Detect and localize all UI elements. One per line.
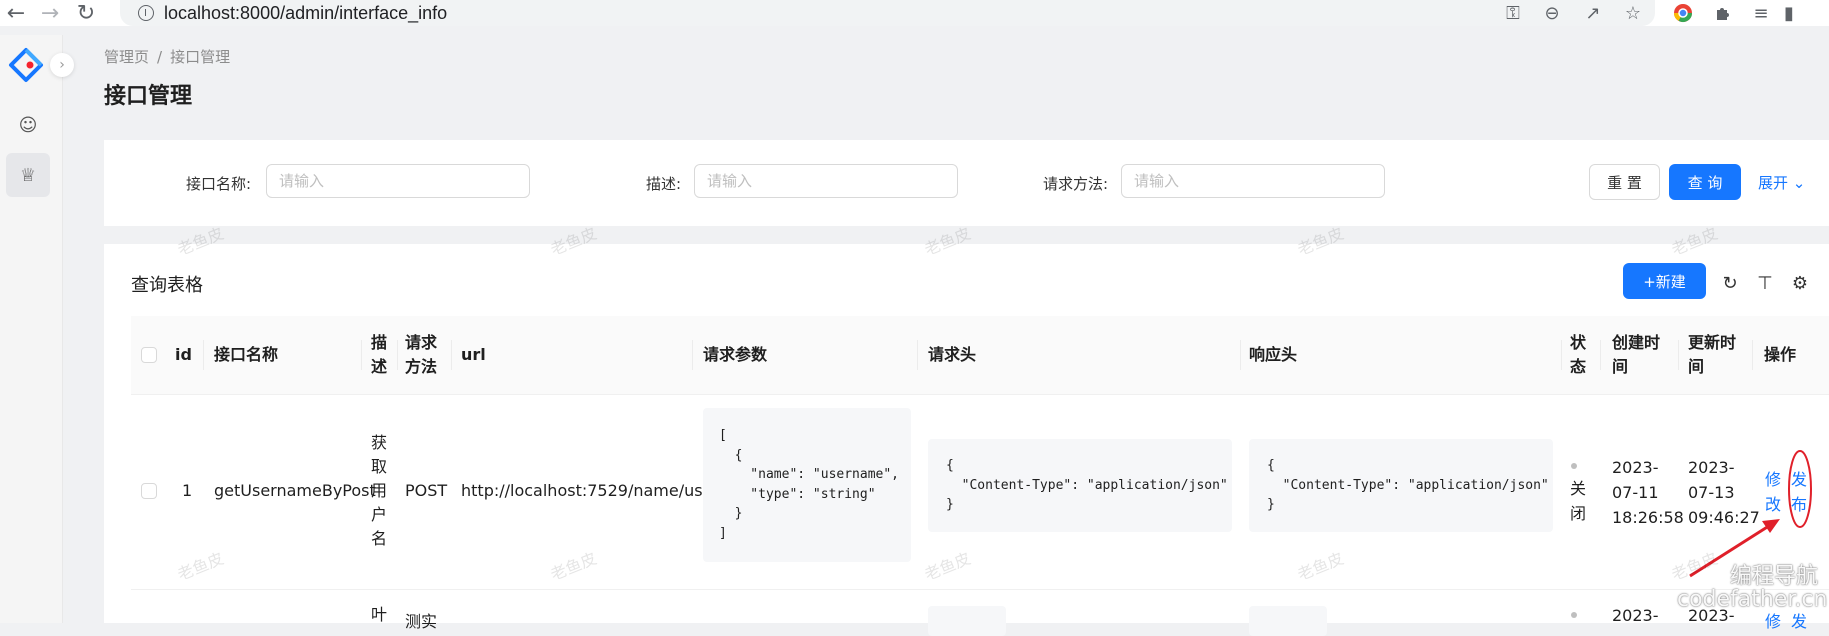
arrowhead-icon: [1762, 519, 1780, 533]
corner-watermark: 编程导航: [1730, 564, 1819, 589]
corner-watermark: codefather.cn: [1677, 587, 1828, 612]
highlight-ellipse: [1788, 450, 1812, 528]
annotation-overlay: [1689, 450, 1812, 578]
